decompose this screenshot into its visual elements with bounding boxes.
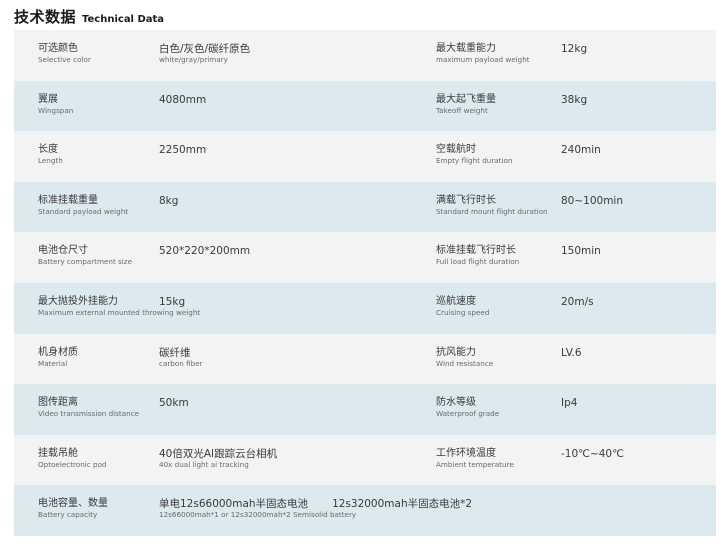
spec-label: 标准挂载重量 Standard payload weight [38,194,129,216]
table-row: 机身材质 Material 碳纤维 carbon fiber 抗风能力 Wind… [14,333,716,385]
spec-value: 20m/s [561,295,594,308]
spec-label: 翼展 Wingspan [38,93,74,115]
spec-value: 单电12s66000mah半固态电池 12s32000mah半固态电池*2 12s… [159,498,473,520]
spec-label: 电池仓尺寸 Battery compartment size [38,245,132,267]
table-row: 图传距离 Video transmission distance 50km 防水… [14,384,716,435]
spec-label: 机身材质 Material [38,346,78,368]
spec-label: 挂载吊舱 Optoelectronic pod [38,447,107,469]
spec-value: 8kg [159,194,179,207]
table-row: 可选颜色 Selective color 白色/灰色/碳纤原色 white/gr… [14,30,716,81]
spec-value: LV.6 [561,346,582,359]
spec-value: Ip4 [561,397,578,410]
table-row: 长度 Length 2250mm 空载航时 Empty flight durat… [14,131,716,182]
spec-label: 最大载重能力 maximum payload weight [436,43,530,64]
table-row: 挂载吊舱 Optoelectronic pod 40倍双光AI跟踪云台相机 40… [14,434,716,486]
table-row: 翼展 Wingspan 4080mm 最大起飞重量 Takeoff weight… [14,80,716,132]
spec-label: 图传距离 Video transmission distance [38,397,140,419]
spec-value: 150min [561,245,601,258]
spec-value: -10℃~40℃ [561,447,624,460]
page-title: 技术数据 [14,8,77,26]
spec-value: 50km [159,397,189,410]
table-row: 标准挂载重量 Standard payload weight 8kg 满载飞行时… [14,181,716,233]
spec-label: 标准挂载飞行时长 Full load flight duration [436,245,520,267]
spec-value: 2250mm [159,144,207,157]
spec-label: 防水等级 Waterproof grade [436,397,500,419]
spec-value: 12kg [561,43,588,55]
spec-value: 80~100min [561,194,624,207]
spec-label: 最大起飞重量 Takeoff weight [436,93,496,115]
tech-data-table: 可选颜色 Selective color 白色/灰色/碳纤原色 white/gr… [14,30,716,536]
table-row: 电池仓尺寸 Battery compartment size 520*220*2… [14,232,716,283]
spec-label: 长度 Length [38,144,63,166]
page-header: 技术数据 Technical Data [14,6,164,30]
spec-value: 白色/灰色/碳纤原色 white/gray/primary [159,43,251,64]
page-title-english: Technical Data [82,14,165,25]
spec-label: 电池容量、数量 Battery capacity [38,498,108,520]
table-row: 电池容量、数量 Battery capacity 单电12s66000mah半固… [14,485,716,536]
spec-value: 240min [561,144,601,157]
spec-label: 抗风能力 Wind resistance [436,346,494,368]
spec-value: 4080mm [159,93,207,106]
spec-value: 520*220*200mm [159,245,251,258]
spec-label: 可选颜色 Selective color [38,43,91,64]
spec-value: 碳纤维 carbon fiber [159,346,203,368]
spec-label: 工作环境温度 Ambient temperature [436,447,514,469]
table-row: 最大抛投外挂能力 Maximum external mounted throwi… [14,282,716,334]
spec-value: 38kg [561,93,588,106]
spec-label: 满载飞行时长 Standard mount flight duration [436,194,548,216]
spec-label: 巡航速度 Cruising speed [436,295,490,317]
spec-value: 40倍双光AI跟踪云台相机 40x dual light ai tracking [159,447,278,469]
spec-label: 空载航时 Empty flight duration [436,144,513,166]
spec-value: 15kg [159,295,186,308]
